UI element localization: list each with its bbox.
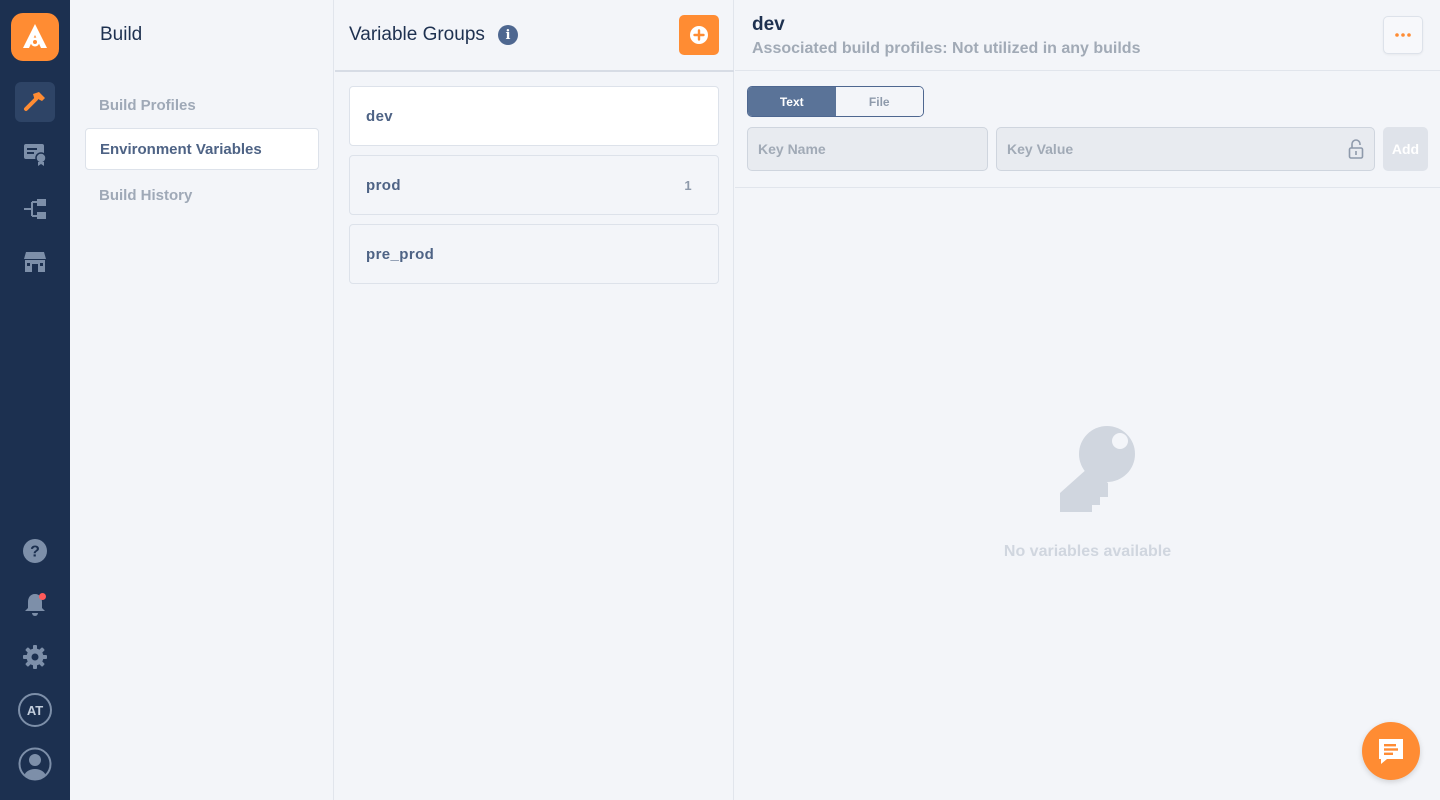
chat-message-icon (1379, 739, 1403, 764)
info-icon[interactable]: i (498, 25, 518, 45)
toggle-text[interactable]: Text (748, 87, 836, 116)
appcircle-logo-icon[interactable] (11, 13, 59, 61)
notification-dot (39, 593, 46, 600)
variable-group-item-dev[interactable]: dev (349, 86, 719, 146)
svg-text:?: ? (30, 544, 40, 561)
variable-groups-header: Variable Groups i (335, 0, 734, 72)
store-icon[interactable] (15, 242, 55, 282)
variable-group-name: prod (366, 176, 401, 194)
bell-icon[interactable] (15, 584, 55, 624)
gear-icon[interactable] (15, 637, 55, 677)
unlock-icon[interactable] (1348, 139, 1364, 159)
detail-header: dev Associated build profiles: Not utili… (735, 0, 1440, 71)
key-value-field[interactable] (996, 127, 1375, 171)
icon-rail: ? AT (0, 0, 70, 800)
distribution-flow-icon[interactable] (15, 189, 55, 229)
variable-group-item-pre-prod[interactable]: pre_prod (349, 224, 719, 284)
more-options-button[interactable] (1383, 16, 1423, 54)
certificate-icon[interactable] (15, 134, 55, 174)
associated-profiles-text: Associated build profiles: Not utilized … (752, 40, 1141, 57)
text-file-toggle: Text File (747, 86, 924, 117)
add-variable-group-button[interactable] (679, 15, 719, 55)
detail-title: dev (752, 14, 785, 35)
variable-group-name: pre_prod (366, 245, 435, 263)
variable-group-item-prod[interactable]: prod 1 (349, 155, 719, 215)
empty-state-text: No variables available (1003, 543, 1172, 560)
nav-item-build-profiles[interactable]: Build Profiles (85, 84, 319, 126)
add-variable-button[interactable]: Add (1383, 127, 1428, 171)
key-icon (1060, 426, 1135, 512)
variable-groups-panel: Variable Groups i dev prod 1 pre_prod (335, 0, 734, 800)
chat-support-button[interactable] (1362, 722, 1420, 780)
build-nav-panel: Build Build Profiles Environment Variabl… (70, 0, 334, 800)
plus-circle-icon (690, 26, 708, 44)
more-horizontal-icon (1395, 33, 1411, 37)
build-nav-hammer-icon[interactable] (15, 82, 55, 122)
variable-group-detail-panel: dev Associated build profiles: Not utili… (735, 0, 1440, 800)
nav-item-environment-variables[interactable]: Environment Variables (85, 128, 319, 170)
build-nav-title: Build (100, 24, 143, 45)
variable-group-name: dev (366, 107, 394, 125)
key-name-input[interactable] (758, 141, 977, 157)
detail-divider (735, 187, 1440, 188)
toggle-file[interactable]: File (835, 87, 923, 116)
nav-item-build-history[interactable]: Build History (85, 174, 319, 216)
variable-group-count: 1 (684, 177, 692, 193)
key-value-input[interactable] (1007, 141, 1340, 157)
variable-groups-title: Variable Groups (349, 24, 485, 45)
help-icon[interactable]: ? (15, 531, 55, 571)
user-avatar-icon[interactable] (15, 744, 55, 784)
key-name-field[interactable] (747, 127, 988, 171)
org-initials-avatar[interactable]: AT (18, 693, 52, 727)
